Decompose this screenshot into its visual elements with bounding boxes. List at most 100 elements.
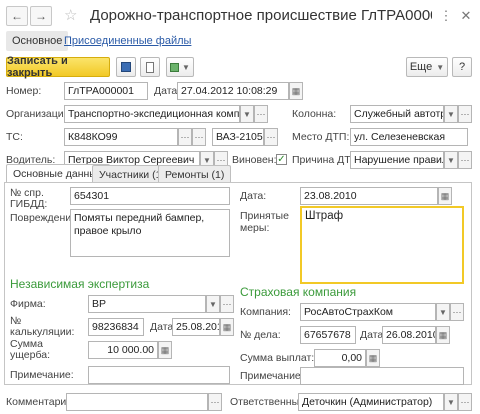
responsible-label: Ответственный: bbox=[230, 396, 308, 408]
vehicle-model-field[interactable]: ВАЗ-2105 bbox=[212, 128, 264, 146]
close-icon[interactable]: ✕ bbox=[458, 8, 474, 24]
insurance-section-title: Страховая компания bbox=[240, 285, 357, 299]
main-calendar-button[interactable]: ▦ bbox=[438, 187, 452, 205]
column-open-button[interactable]: ⋯ bbox=[458, 105, 472, 123]
back-button[interactable]: ← bbox=[6, 6, 28, 26]
case-number-field[interactable]: 67657678 bbox=[300, 326, 356, 344]
firm-dropdown-button[interactable]: ▼ bbox=[206, 295, 220, 313]
firm-open-button[interactable]: ⋯ bbox=[220, 295, 234, 313]
organization-field[interactable]: Транспортно-экспедиционная компания "Тра… bbox=[64, 105, 240, 123]
damage-sum-label-line2: ущерба: bbox=[10, 349, 50, 361]
gibdd-number-field[interactable]: 654301 bbox=[70, 187, 230, 205]
arrow-left-icon: ← bbox=[11, 9, 23, 23]
save-and-close-label: Записать и закрыть bbox=[7, 55, 68, 79]
open-icon: ⋯ bbox=[180, 131, 190, 142]
forward-button[interactable]: → bbox=[30, 6, 52, 26]
chevron-down-icon: ▼ bbox=[447, 109, 455, 119]
main-date-field[interactable]: 23.08.2010 bbox=[300, 187, 438, 205]
company-dropdown-button[interactable]: ▼ bbox=[436, 303, 450, 321]
column-dropdown-button[interactable]: ▼ bbox=[444, 105, 458, 123]
save-and-close-button[interactable]: Записать и закрыть bbox=[6, 55, 110, 79]
gibdd-label: № спр. ГИБДД: bbox=[10, 188, 47, 210]
expertise-note-field[interactable] bbox=[88, 366, 230, 384]
menu-icon[interactable]: ⋮ bbox=[438, 8, 454, 24]
calendar-icon: ▦ bbox=[440, 190, 450, 201]
floppy-disk-icon bbox=[121, 62, 131, 72]
insurance-note-field[interactable] bbox=[300, 367, 464, 385]
more-label: Еще bbox=[409, 61, 433, 73]
open-icon: ⋯ bbox=[222, 298, 232, 309]
firm-field[interactable]: ВР bbox=[88, 295, 206, 313]
insurance-calendar-button[interactable]: ▦ bbox=[436, 326, 450, 344]
save-button[interactable] bbox=[116, 57, 136, 77]
chevron-down-icon: ▼ bbox=[436, 62, 445, 72]
expertise-section-title: Независимая экспертиза bbox=[10, 277, 150, 291]
number-field[interactable]: ГлТРА000001 bbox=[64, 82, 148, 100]
calendar-button[interactable]: ▦ bbox=[289, 82, 303, 100]
organization-label: Организация: bbox=[6, 108, 73, 120]
organization-open-button[interactable]: ⋯ bbox=[254, 105, 268, 123]
open-icon: ⋯ bbox=[460, 396, 470, 407]
arrow-right-icon: → bbox=[35, 9, 47, 23]
reason-dropdown-button[interactable]: ▼ bbox=[444, 151, 458, 169]
more-button[interactable]: Еще ▼ bbox=[406, 57, 448, 77]
accident-reason-field[interactable]: Нарушение правил до bbox=[350, 151, 444, 169]
number-label: Номер: bbox=[6, 85, 42, 97]
open-icon: ⋯ bbox=[266, 131, 276, 142]
chevron-down-icon: ▼ bbox=[447, 397, 455, 407]
chevron-down-icon: ▼ bbox=[209, 299, 217, 309]
calendar-icon: ▦ bbox=[438, 329, 448, 340]
insurance-date-field[interactable]: 26.08.2010 bbox=[382, 326, 436, 344]
damage-sum-field[interactable]: 10 000.00 bbox=[88, 341, 158, 359]
calendar-icon: ▦ bbox=[291, 85, 301, 96]
vehicle-label: ТС: bbox=[6, 131, 23, 143]
comment-open-button[interactable]: ⋯ bbox=[208, 393, 222, 411]
comment-label: Комментарий: bbox=[6, 396, 76, 408]
vehicle-field[interactable]: К848КО99 bbox=[64, 128, 178, 146]
measures-textarea[interactable]: Штраф bbox=[300, 206, 464, 284]
reason-open-button[interactable]: ⋯ bbox=[458, 151, 472, 169]
chevron-down-icon: ▼ bbox=[182, 62, 190, 72]
column-label: Колонна: bbox=[292, 108, 337, 120]
vehicle-open-button[interactable]: ⋯ bbox=[192, 128, 206, 146]
company-field[interactable]: РосАвтоСтрахКом bbox=[300, 303, 436, 321]
vehicle-model-open-button[interactable]: ⋯ bbox=[264, 128, 278, 146]
responsible-dropdown-button[interactable]: ▼ bbox=[444, 393, 458, 411]
column-field[interactable]: Служебный автотранс bbox=[350, 105, 444, 123]
damage-sum-calculator-button[interactable]: ▦ bbox=[158, 341, 172, 359]
payout-calculator-button[interactable]: ▦ bbox=[366, 349, 380, 367]
calculator-icon: ▦ bbox=[368, 352, 378, 363]
accident-place-field[interactable]: ул. Селезеневская bbox=[350, 128, 468, 146]
calculator-icon: ▦ bbox=[160, 344, 170, 355]
damage-textarea[interactable]: Помяты передний бампер, правое крыло bbox=[70, 209, 230, 257]
gibdd-label-line2: ГИБДД: bbox=[10, 198, 48, 210]
vehicle-select-button[interactable]: ⋯ bbox=[178, 128, 192, 146]
responsible-field[interactable]: Деточкин (Администратор) bbox=[298, 393, 444, 411]
tab-attached-files[interactable]: Присоединенные файлы bbox=[58, 31, 197, 51]
date-field[interactable]: 27.04.2012 10:08:29 bbox=[177, 82, 289, 100]
tab-attached-files-label: Присоединенные файлы bbox=[64, 35, 192, 47]
open-icon: ⋯ bbox=[216, 154, 226, 165]
calc-label-line2: калькуляции: bbox=[10, 326, 75, 338]
expertise-date-field[interactable]: 25.08.2010 bbox=[172, 318, 220, 336]
measures-label: Принятые меры: bbox=[240, 210, 289, 234]
create-based-on-button[interactable]: ▼ bbox=[166, 57, 194, 77]
company-open-button[interactable]: ⋯ bbox=[450, 303, 464, 321]
responsible-open-button[interactable]: ⋯ bbox=[458, 393, 472, 411]
measures-label-line2: меры: bbox=[240, 222, 270, 234]
star-icon[interactable]: ☆ bbox=[64, 6, 77, 24]
guilty-label: Виновен: bbox=[232, 154, 277, 166]
expertise-calendar-button[interactable]: ▦ bbox=[220, 318, 234, 336]
open-icon: ⋯ bbox=[452, 306, 462, 317]
payout-field[interactable]: 0,00 bbox=[314, 349, 366, 367]
tab-repairs[interactable]: Ремонты (1) bbox=[158, 165, 232, 183]
expertise-note-label: Примечание: bbox=[10, 369, 74, 381]
open-icon: ⋯ bbox=[256, 108, 266, 119]
help-button[interactable]: ? bbox=[452, 57, 472, 77]
comment-field[interactable] bbox=[66, 393, 208, 411]
guilty-checkbox[interactable]: ✓ bbox=[276, 154, 287, 165]
document-button[interactable] bbox=[140, 57, 160, 77]
calc-number-field[interactable]: 98236834 bbox=[88, 318, 144, 336]
calc-label: № калькуляции: bbox=[10, 316, 74, 338]
organization-dropdown-button[interactable]: ▼ bbox=[240, 105, 254, 123]
